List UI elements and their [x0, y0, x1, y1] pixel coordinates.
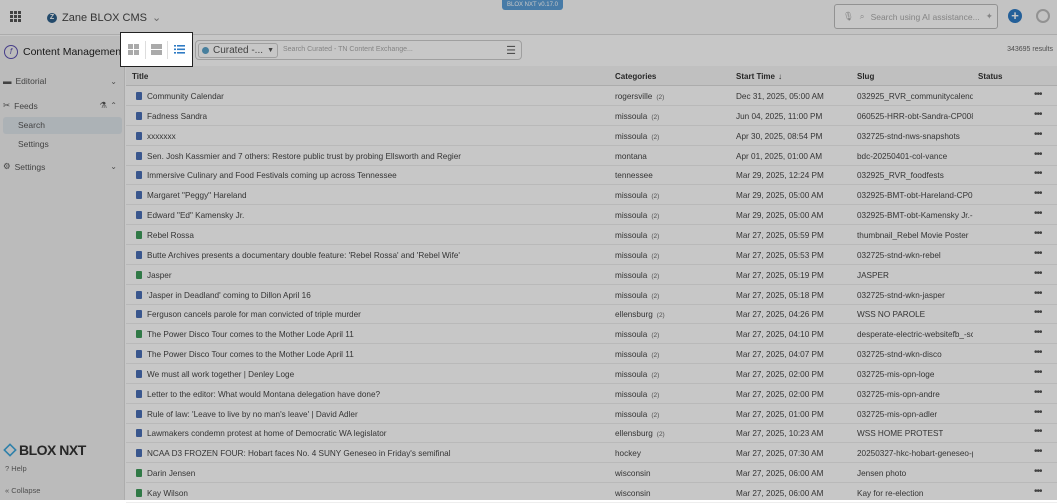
- grid-view-button[interactable]: [127, 43, 141, 57]
- view-mode-toggle: [120, 32, 193, 67]
- divider: [167, 40, 169, 59]
- card-view-icon: [150, 44, 162, 55]
- divider: [144, 40, 146, 59]
- list-view-icon: [173, 45, 185, 54]
- card-view-button[interactable]: [149, 43, 163, 57]
- list-view-button[interactable]: [172, 43, 186, 57]
- dim-overlay: [0, 0, 1057, 500]
- grid-view-icon: [128, 44, 140, 55]
